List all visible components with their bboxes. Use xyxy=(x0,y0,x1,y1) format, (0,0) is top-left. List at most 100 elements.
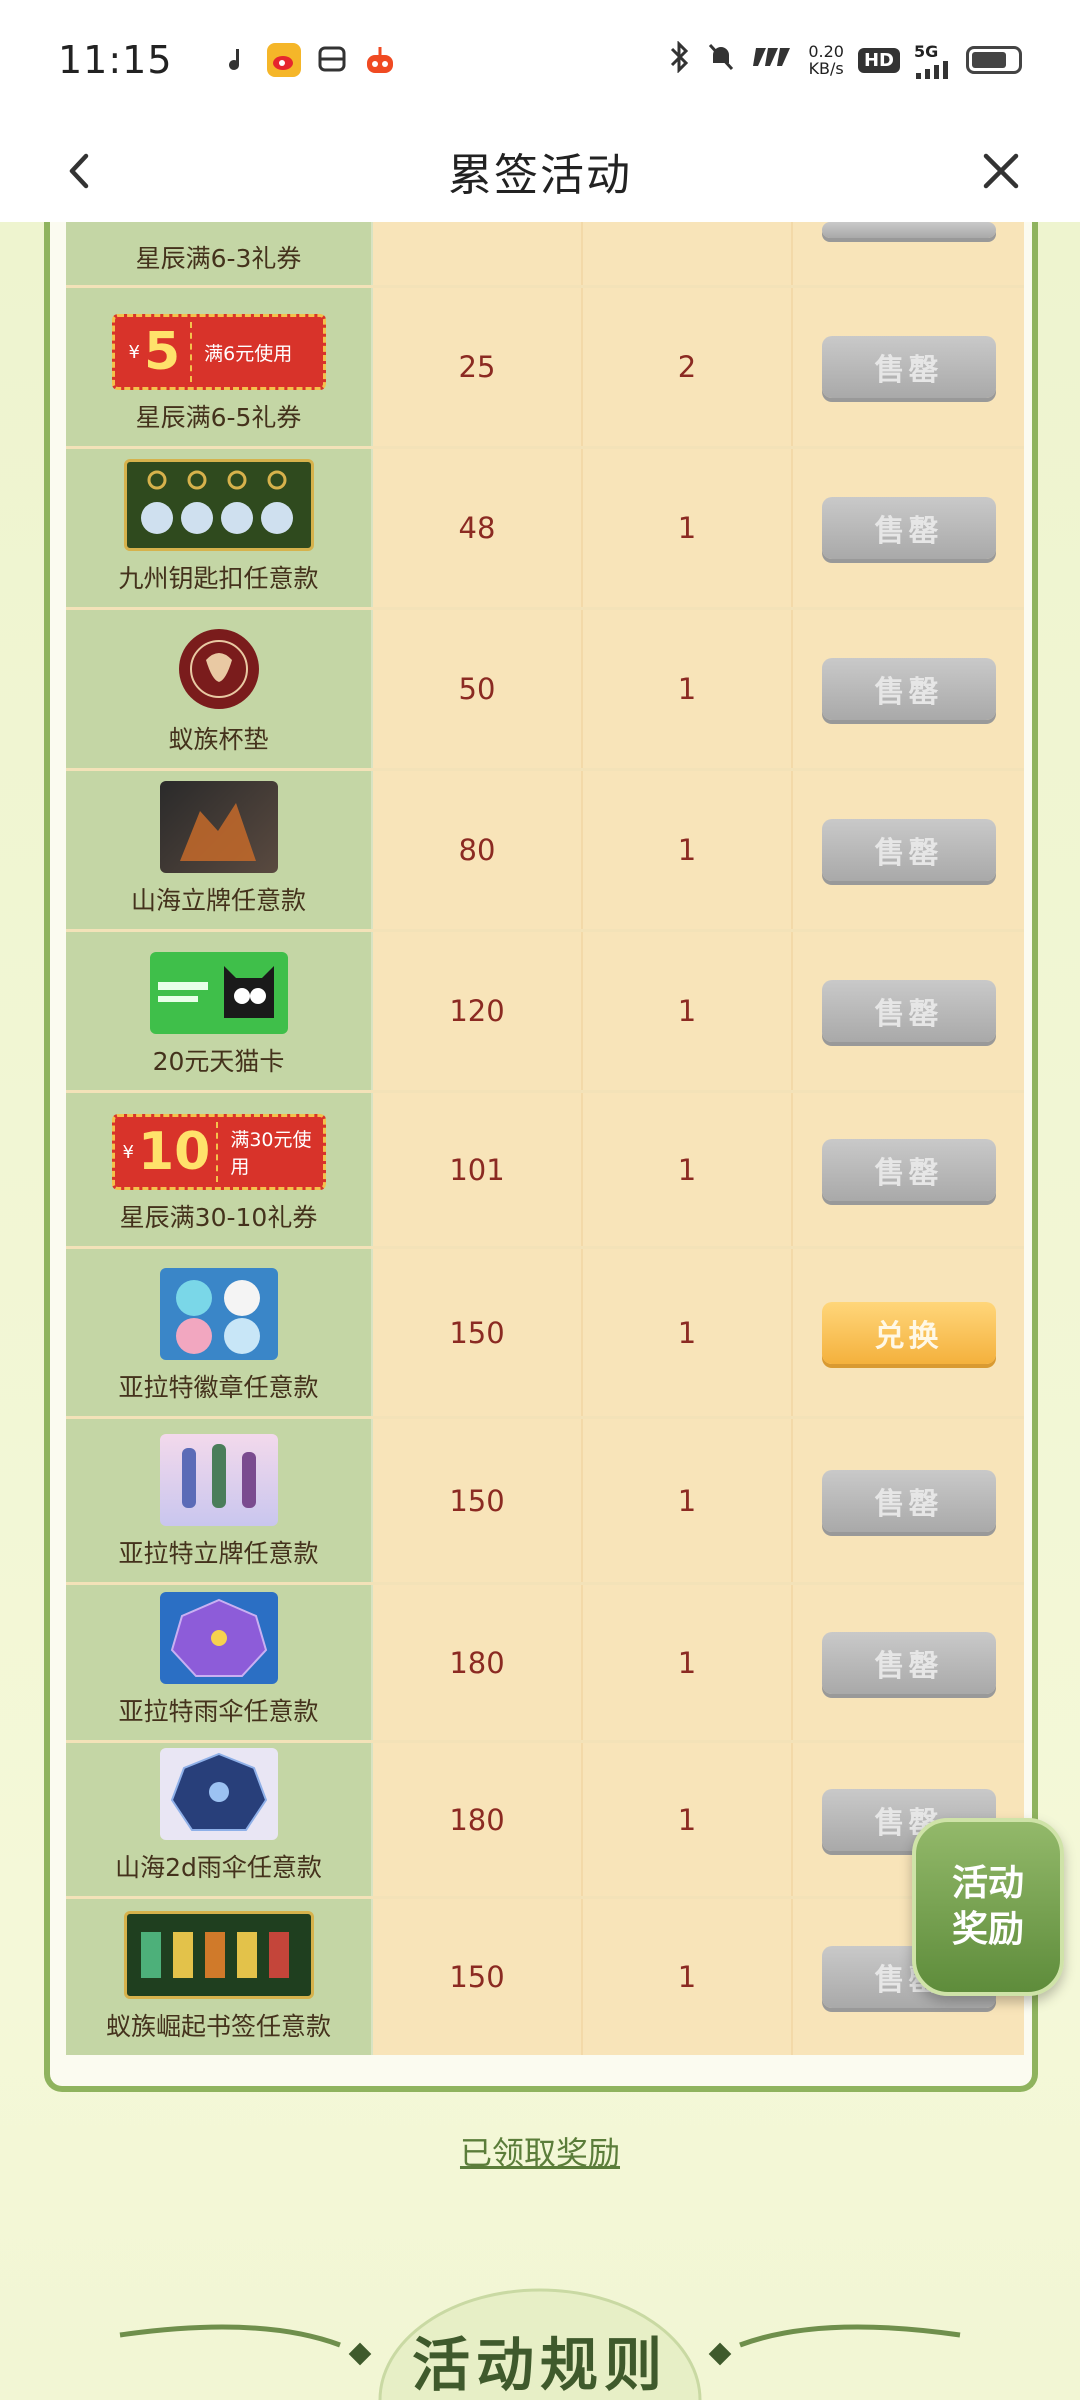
weibo-app-icon xyxy=(266,43,301,77)
main-content[interactable]: 星辰满6-3礼券 ¥ 5 满6元使用 星辰满6-5礼券 25 2 售罄 九州钥匙… xyxy=(0,222,1080,2400)
soldout-button[interactable]: 售罄 xyxy=(821,1138,996,1201)
cost-cell: 150 xyxy=(373,1899,583,2055)
limit-cell: 1 xyxy=(583,449,793,607)
soldout-button[interactable]: 售罄 xyxy=(821,1469,996,1532)
redeem-button[interactable]: 兑换 xyxy=(821,1301,996,1364)
coupon-amount: 10 xyxy=(137,1122,211,1182)
item-cost: 150 xyxy=(449,1483,505,1518)
cost-cell: 150 xyxy=(373,1249,583,1416)
reward-label: 活动 奖励 xyxy=(952,1861,1024,1953)
item-cost: 180 xyxy=(449,1645,505,1680)
item-name: 蚁族杯垫 xyxy=(168,725,269,754)
umbrella-image xyxy=(159,1592,278,1684)
item-cell: 山海立牌任意款 xyxy=(66,771,373,929)
item-name: 亚拉特雨伞任意款 xyxy=(118,1697,319,1726)
bus-app-icon xyxy=(314,43,349,77)
action-cell: 售罄 xyxy=(793,610,1024,768)
signal-bars-icon xyxy=(916,60,948,79)
limit-cell: 1 xyxy=(583,771,793,929)
item-limit: 1 xyxy=(677,994,697,1028)
limit-cell: 1 xyxy=(583,932,793,1090)
cost-cell: 25 xyxy=(373,288,583,446)
item-limit: 1 xyxy=(677,1960,697,1994)
rules-title: 活动规则 xyxy=(411,2331,668,2399)
reward-label-line2: 奖励 xyxy=(951,1909,1024,1950)
item-cost: 150 xyxy=(449,1315,505,1350)
activity-reward-button[interactable]: 活动 奖励 xyxy=(912,1818,1064,1996)
item-cell: 星辰满6-3礼券 xyxy=(66,222,373,285)
bluetooth-icon xyxy=(666,40,692,79)
signal-logo-icon xyxy=(750,44,794,76)
item-limit: 1 xyxy=(677,833,697,867)
limit-cell: 1 xyxy=(583,1585,793,1740)
mute-bell-icon xyxy=(706,41,736,79)
umbrella-image xyxy=(159,1748,278,1840)
coupon-condition: 满30元使用 xyxy=(216,1122,322,1182)
robot-app-icon xyxy=(362,43,397,77)
soldout-button[interactable]: 售罄 xyxy=(821,658,996,720)
limit-cell: 1 xyxy=(583,1093,793,1246)
network-type: 5G xyxy=(914,41,939,61)
coupon-image: ¥ 10 满30元使用 xyxy=(111,1114,326,1190)
reward-label-line1: 活动 xyxy=(951,1863,1024,1904)
cost-cell: 120 xyxy=(373,932,583,1090)
item-name: 星辰满30-10礼券 xyxy=(119,1203,318,1232)
standee-image xyxy=(159,781,278,873)
claimed-rewards-link[interactable]: 已领取奖励 xyxy=(0,2128,1080,2174)
battery-icon xyxy=(966,46,1022,74)
close-icon[interactable] xyxy=(976,146,1026,196)
back-arrow-icon[interactable] xyxy=(54,146,104,196)
item-limit: 1 xyxy=(677,1483,697,1518)
music-app-icon xyxy=(218,43,253,77)
coupon-currency: ¥ xyxy=(122,1141,134,1163)
soldout-button[interactable]: 售罄 xyxy=(821,819,996,881)
item-cell: 蚁族杯垫 xyxy=(66,610,373,768)
action-cell: 兑换 xyxy=(793,1249,1024,1416)
limit-cell: 1 xyxy=(583,1743,793,1896)
cost-cell: 48 xyxy=(373,449,583,607)
table-row: 亚拉特立牌任意款 150 1 售罄 xyxy=(66,1419,1024,1585)
item-name: 亚拉特立牌任意款 xyxy=(118,1539,319,1568)
item-limit: 2 xyxy=(677,350,697,384)
table-row: 亚拉特徽章任意款 150 1 兑换 xyxy=(66,1249,1024,1419)
soldout-button[interactable] xyxy=(821,222,996,238)
table-row: 星辰满6-3礼券 xyxy=(66,222,1024,288)
action-cell: 售罄 xyxy=(793,1093,1024,1246)
soldout-button[interactable]: 售罄 xyxy=(821,980,996,1042)
table-row: ¥ 10 满30元使用 星辰满30-10礼券 101 1 售罄 xyxy=(66,1093,1024,1249)
table-row: 20元天猫卡 120 1 售罄 xyxy=(66,932,1024,1093)
limit-cell: 1 xyxy=(583,1899,793,2055)
item-cost: 101 xyxy=(449,1152,505,1187)
item-cost: 50 xyxy=(458,672,496,706)
soldout-button[interactable]: 售罄 xyxy=(821,497,996,559)
item-cost: 150 xyxy=(449,1960,505,1994)
table-row: 山海立牌任意款 80 1 售罄 xyxy=(66,771,1024,932)
cost-cell: 150 xyxy=(373,1419,583,1582)
cost-cell xyxy=(373,222,583,285)
item-limit: 1 xyxy=(677,511,697,545)
action-cell: 售罄 xyxy=(793,288,1024,446)
action-cell xyxy=(793,222,1024,285)
item-name: 亚拉特徽章任意款 xyxy=(118,1373,319,1402)
item-cost: 80 xyxy=(458,833,496,867)
item-limit: 1 xyxy=(677,1152,697,1187)
limit-cell: 1 xyxy=(583,1249,793,1416)
action-cell: 售罄 xyxy=(793,1419,1024,1582)
soldout-button[interactable]: 售罄 xyxy=(821,1631,996,1694)
limit-cell: 2 xyxy=(583,288,793,446)
network-speed: 0.20 KB/s xyxy=(808,43,844,77)
nav-bar: 累签活动 xyxy=(0,120,1080,222)
item-name: 蚁族崛起书签任意款 xyxy=(105,2012,331,2041)
item-cell: 亚拉特徽章任意款 xyxy=(66,1249,373,1416)
item-cell: 蚁族崛起书签任意款 xyxy=(66,1899,373,2055)
status-time: 11:15 xyxy=(58,38,173,82)
soldout-button[interactable]: 售罄 xyxy=(821,336,996,398)
coupon-condition: 满6元使用 xyxy=(190,322,292,382)
item-cell: 亚拉特立牌任意款 xyxy=(66,1419,373,1582)
item-cell: 20元天猫卡 xyxy=(66,932,373,1090)
cost-cell: 50 xyxy=(373,610,583,768)
keychain-image xyxy=(123,459,314,551)
cost-cell: 101 xyxy=(373,1093,583,1246)
table-row: 九州钥匙扣任意款 48 1 售罄 xyxy=(66,449,1024,610)
item-cost: 25 xyxy=(458,350,496,384)
